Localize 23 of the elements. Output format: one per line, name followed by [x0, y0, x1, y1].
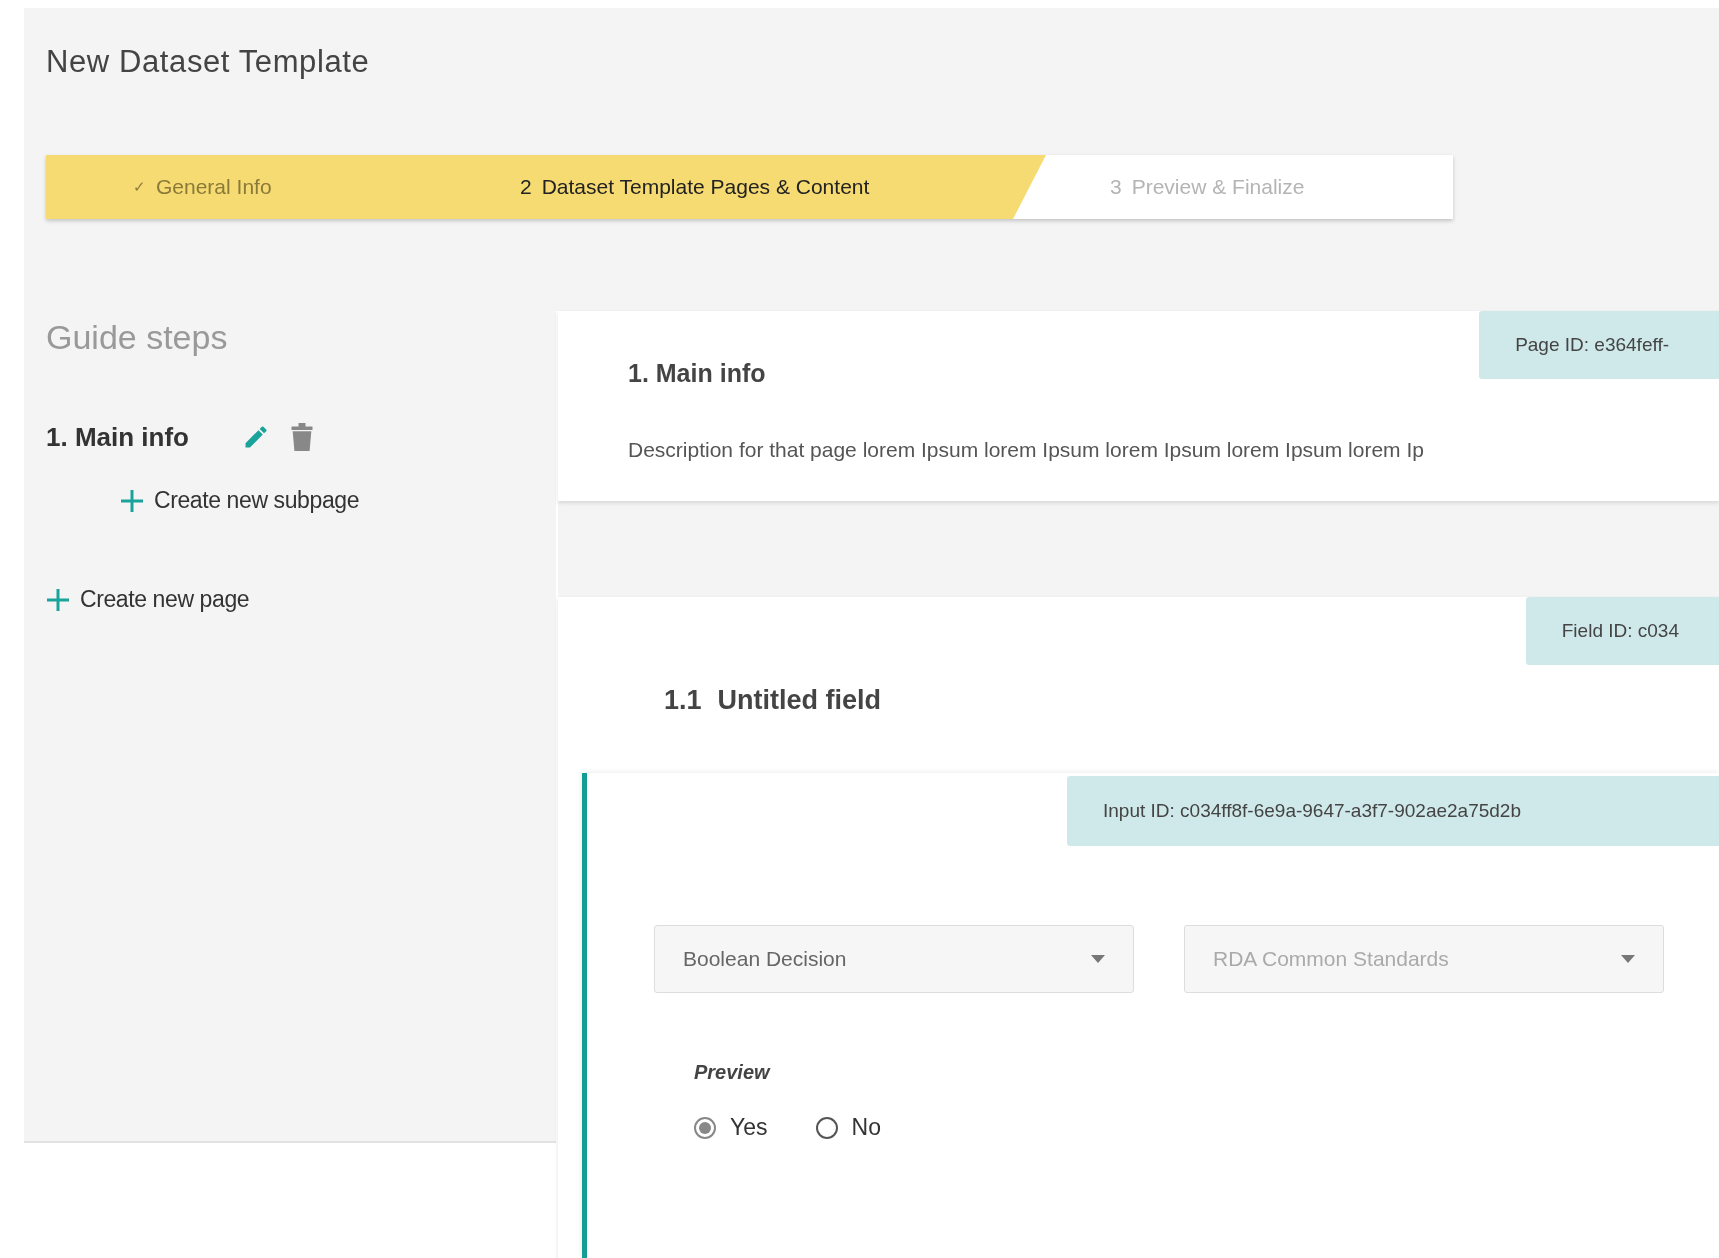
select-field[interactable]: Boolean Decision: [654, 925, 1134, 993]
plus-icon: [46, 587, 70, 612]
create-page-button[interactable]: Create new page: [46, 586, 250, 613]
radio-option[interactable]: No: [815, 1114, 881, 1141]
plus-icon: [120, 488, 144, 513]
page-id-badge: Page ID: e364feff-: [1479, 311, 1719, 379]
field-title: Untitled field: [717, 685, 882, 715]
page-title: New Dataset Template: [46, 43, 371, 81]
delete-button[interactable]: [290, 423, 314, 451]
sidebar-heading: Guide steps: [46, 317, 229, 358]
field-number: 1.1: [664, 685, 702, 715]
trash-icon: [290, 423, 314, 451]
page-item[interactable]: 1. Main info: [46, 421, 242, 453]
field-id-badge: Field ID: c034: [1525, 597, 1719, 665]
page-title-text: 1. Main info: [628, 359, 767, 388]
radio-option[interactable]: Yes: [694, 1114, 768, 1141]
input-id-badge: Input ID: c034ff8f-6e9a-9647-a3f7-902ae2a75d2b: [1067, 776, 1719, 846]
page-description: Description for that page lorem Ipsum lorem Ipsum lorem Ipsum lorem Ipsum lorem Ip: [628, 438, 1425, 462]
step-tab[interactable]: 2 Dataset Template Pages & Content: [426, 155, 1046, 219]
preview-label: Preview: [694, 1061, 772, 1084]
caret-icon: [1091, 955, 1105, 963]
caret-icon: [1621, 955, 1635, 963]
create-subpage-button[interactable]: Create new subpage: [120, 487, 360, 514]
